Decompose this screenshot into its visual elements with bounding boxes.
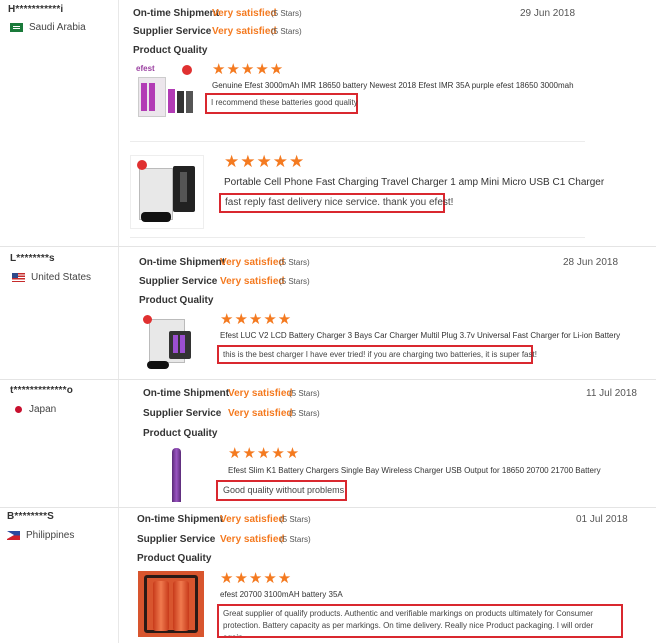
- country-name: United States: [31, 272, 92, 283]
- review-date: 29 Jun 2018: [520, 8, 576, 19]
- review-text: Great supplier of qualify products. Auth…: [217, 604, 623, 638]
- shipment-stars-count: (5 Stars): [289, 389, 320, 398]
- service-stars-count: (5 Stars): [280, 535, 311, 544]
- product-name[interactable]: Efest LUC V2 LCD Battery Charger 3 Bays …: [220, 331, 620, 340]
- review-text: I recommend these batteries good quality: [205, 93, 358, 114]
- reviewer-country: Japan: [14, 404, 56, 415]
- product-name[interactable]: efest 20700 3100mAH battery 35A: [220, 590, 343, 599]
- supplier-service-label: Supplier Service: [143, 408, 222, 419]
- service-rating: Very satisfied: [212, 26, 277, 37]
- shipment-stars-count: (5 Stars): [280, 515, 311, 524]
- product-name[interactable]: Efest Slim K1 Battery Chargers Single Ba…: [228, 466, 601, 475]
- shipment-rating: Very satisfied: [228, 388, 293, 399]
- row-divider: [0, 507, 656, 508]
- product-thumbnail[interactable]: [138, 571, 204, 637]
- product-thumbnail[interactable]: [139, 313, 203, 376]
- shipment-stars-count: (5 Stars): [271, 9, 302, 18]
- product-star-rating: ★★★★★: [228, 445, 301, 462]
- reviewer-country: United States: [12, 272, 91, 283]
- product-star-rating: ★★★★★: [212, 61, 285, 78]
- country-name: Philippines: [26, 530, 75, 541]
- row-divider: [0, 246, 656, 247]
- reviewer-country: Saudi Arabia: [10, 22, 86, 33]
- on-time-shipment-label: On-time Shipment: [139, 257, 226, 268]
- review-date: 28 Jun 2018: [563, 257, 619, 268]
- product-quality-label: Product Quality: [143, 428, 218, 439]
- product-thumbnail[interactable]: [130, 155, 204, 229]
- product-divider: [130, 141, 585, 142]
- service-rating: Very satisfied: [228, 408, 293, 419]
- country-name: Japan: [29, 404, 57, 415]
- reviewer-name: t*************o: [10, 385, 74, 396]
- service-stars-count: (5 Stars): [289, 409, 320, 418]
- product-quality-label: Product Quality: [137, 553, 212, 564]
- philippines-flag-icon: [7, 531, 20, 540]
- product-star-rating: ★★★★★: [220, 311, 293, 328]
- product-thumbnail[interactable]: [143, 444, 209, 502]
- service-rating: Very satisfied: [220, 534, 285, 545]
- shipment-stars-count: (5 Stars): [279, 258, 310, 267]
- service-rating: Very satisfied: [220, 276, 285, 287]
- saudi-arabia-flag-icon: [10, 23, 23, 32]
- row-divider: [0, 379, 656, 380]
- review-text: Good quality without problems: [216, 480, 347, 501]
- supplier-service-label: Supplier Service: [137, 534, 216, 545]
- country-name: Saudi Arabia: [29, 22, 86, 33]
- on-time-shipment-label: On-time Shipment: [133, 8, 220, 19]
- column-divider: [118, 0, 119, 643]
- service-stars-count: (5 Stars): [279, 277, 310, 286]
- service-stars-count: (5 Stars): [271, 27, 302, 36]
- product-star-rating: ★★★★★: [224, 152, 306, 171]
- reviewer-name: B********S: [7, 511, 55, 522]
- shipment-rating: Very satisfied: [220, 514, 285, 525]
- product-thumbnail[interactable]: efest: [132, 61, 200, 123]
- reviewer-name: L********s: [10, 253, 55, 264]
- review-text: this is the best charger I have ever tri…: [217, 345, 537, 364]
- on-time-shipment-label: On-time Shipment: [137, 514, 224, 525]
- shipment-rating: Very satisfied: [212, 8, 277, 19]
- reviewer-country: Philippines: [7, 530, 74, 541]
- shipment-rating: Very satisfied: [220, 257, 285, 268]
- product-star-rating: ★★★★★: [220, 570, 293, 587]
- united-states-flag-icon: [12, 273, 25, 282]
- product-divider: [130, 237, 585, 238]
- supplier-service-label: Supplier Service: [139, 276, 218, 287]
- reviewer-name: H***********i: [8, 4, 64, 15]
- review-date: 11 Jul 2018: [586, 388, 637, 399]
- japan-flag-icon: [14, 405, 23, 414]
- product-name[interactable]: Genuine Efest 3000mAh IMR 18650 battery …: [212, 81, 574, 90]
- supplier-service-label: Supplier Service: [133, 26, 212, 37]
- review-date: 01 Jul 2018: [576, 514, 628, 525]
- product-name[interactable]: Portable Cell Phone Fast Charging Travel…: [224, 177, 604, 188]
- on-time-shipment-label: On-time Shipment: [143, 388, 230, 399]
- product-quality-label: Product Quality: [133, 45, 208, 56]
- product-quality-label: Product Quality: [139, 295, 214, 306]
- review-text: fast reply fast delivery nice service. t…: [219, 193, 453, 213]
